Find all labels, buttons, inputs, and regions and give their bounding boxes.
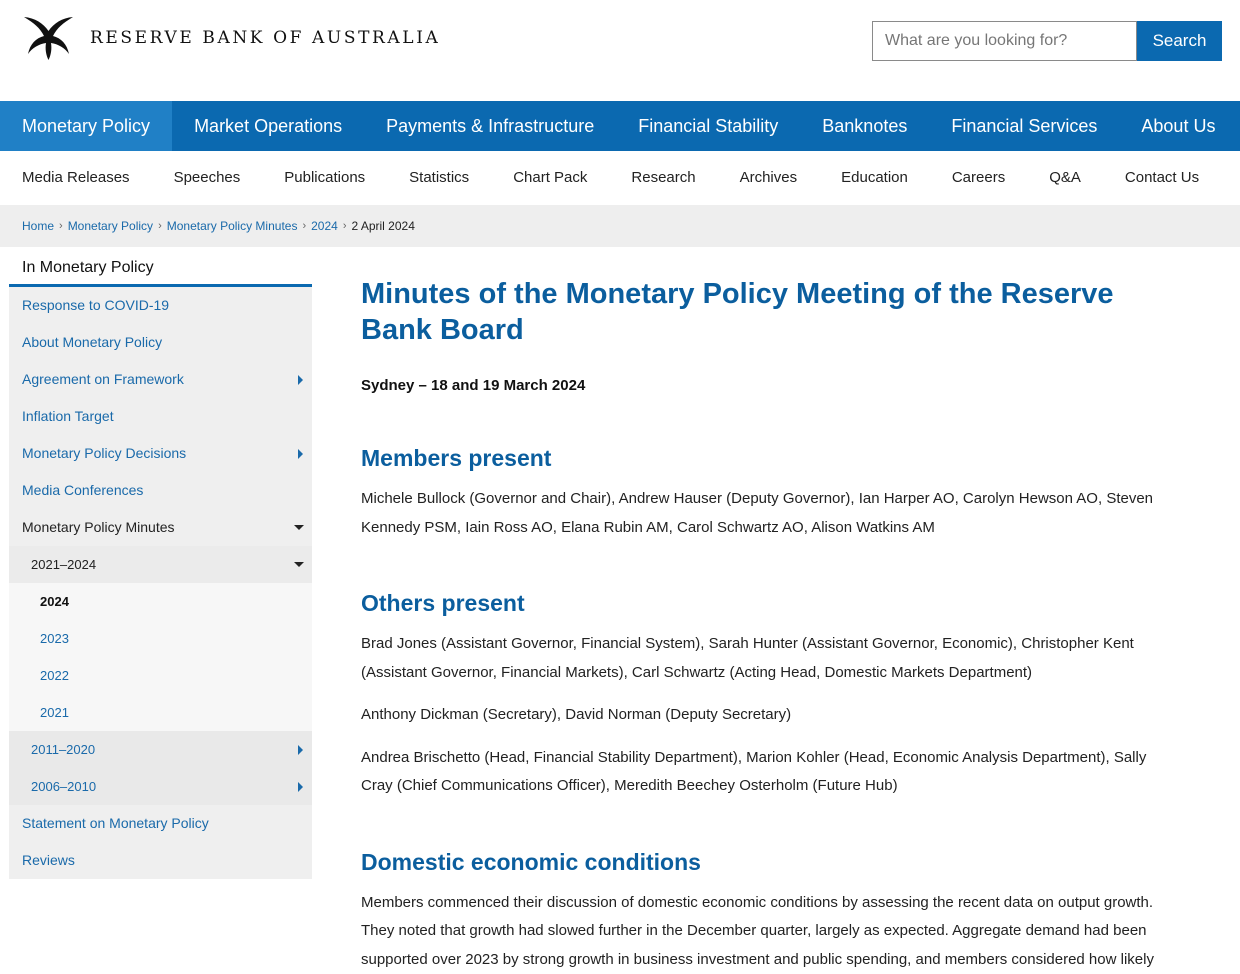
meeting-date: Sydney – 18 and 19 March 2024 <box>361 377 586 394</box>
logo-text: RESERVE BANK OF AUSTRALIA <box>90 28 441 48</box>
subnav-speeches[interactable]: Speeches <box>152 151 263 205</box>
sidebar-item-2022[interactable]: 2022 <box>9 657 312 694</box>
others-present-heading: Others present <box>361 590 525 616</box>
page-title: Minutes of the Monetary Policy Meeting o… <box>361 278 1114 346</box>
nav-about-us[interactable]: About Us <box>1119 101 1237 151</box>
rba-logo[interactable]: RESERVE BANK OF AUSTRALIA <box>22 14 438 61</box>
chevron-down-icon[interactable] <box>294 525 304 530</box>
chevron-right-icon[interactable] <box>298 782 303 792</box>
breadcrumb-separator-icon: › <box>302 220 307 232</box>
sidebar-item-statement-on-monetary-policy[interactable]: Statement on Monetary Policy <box>9 805 312 842</box>
sidebar-item-reviews[interactable]: Reviews <box>9 842 312 879</box>
site-header: RESERVE BANK OF AUSTRALIA Search <box>0 0 1240 101</box>
subnav-research[interactable]: Research <box>609 151 717 205</box>
primary-nav: Monetary Policy Market Operations Paymen… <box>0 101 1240 151</box>
sidebar-item-2021[interactable]: 2021 <box>9 694 312 731</box>
sidebar-nav: In Monetary Policy Response to COVID-19 … <box>9 247 312 879</box>
nav-financial-services[interactable]: Financial Services <box>929 101 1119 151</box>
members-present-text: Michele Bullock (Governor and Chair), An… <box>361 490 1154 536</box>
chevron-right-icon[interactable] <box>298 375 303 385</box>
sidebar-item-monetary-policy-decisions[interactable]: Monetary Policy Decisions <box>9 435 312 472</box>
sidebar-item-label: Reviews <box>22 852 75 868</box>
chevron-right-icon[interactable] <box>298 745 303 755</box>
sidebar-item-label: Inflation Target <box>22 408 114 424</box>
sidebar-item-label: Statement on Monetary Policy <box>22 815 209 831</box>
nav-payments-infrastructure[interactable]: Payments & Infrastructure <box>364 101 616 151</box>
sidebar-item-label: 2023 <box>40 631 69 646</box>
sidebar-item-response-to-covid-19[interactable]: Response to COVID-19 <box>9 287 312 324</box>
subnav-chart-pack[interactable]: Chart Pack <box>491 151 609 205</box>
secondary-nav: Media Releases Speeches Publications Sta… <box>0 151 1240 205</box>
breadcrumb-2024[interactable]: 2024 <box>311 219 338 233</box>
sidebar-item-label: 2006–2010 <box>31 779 97 794</box>
sidebar-item-about-monetary-policy[interactable]: About Monetary Policy <box>9 324 312 361</box>
nav-monetary-policy[interactable]: Monetary Policy <box>0 101 173 151</box>
sidebar-item-agreement-on-framework[interactable]: Agreement on Framework <box>9 361 312 398</box>
nav-financial-stability[interactable]: Financial Stability <box>616 101 800 151</box>
others-present-text-2: Anthony Dickman (Secretary), David Norma… <box>361 706 792 723</box>
others-present-text-3: Andrea Brischetto (Head, Financial Stabi… <box>361 748 1147 795</box>
sidebar-item-2006-2010[interactable]: 2006–2010 <box>9 768 312 805</box>
sidebar-item-label: About Monetary Policy <box>22 334 163 350</box>
sidebar-item-label: 2022 <box>40 668 69 683</box>
breadcrumb-monetary-policy-minutes[interactable]: Monetary Policy Minutes <box>167 219 298 233</box>
breadcrumb: Home › Monetary Policy › Monetary Policy… <box>0 205 1240 247</box>
subnav-statistics[interactable]: Statistics <box>387 151 491 205</box>
members-present-heading: Members present <box>361 445 552 471</box>
search-button[interactable]: Search <box>1137 21 1222 61</box>
sidebar-item-2011-2020[interactable]: 2011–2020 <box>9 731 312 768</box>
others-present-text-1: Brad Jones (Assistant Governor, Financia… <box>361 635 1134 681</box>
subnav-careers[interactable]: Careers <box>930 151 1027 205</box>
nav-banknotes[interactable]: Banknotes <box>800 101 929 151</box>
subnav-publications[interactable]: Publications <box>262 151 387 205</box>
sidebar-item-label: Response to COVID-19 <box>22 297 170 313</box>
sidebar-title: In Monetary Policy <box>9 247 312 287</box>
subnav-contact-us[interactable]: Contact Us <box>1103 151 1221 205</box>
sidebar-item-inflation-target[interactable]: Inflation Target <box>9 398 312 435</box>
sidebar-item-2023[interactable]: 2023 <box>9 620 312 657</box>
sidebar-item-label: 2024 <box>40 594 69 609</box>
sidebar-item-media-conferences[interactable]: Media Conferences <box>9 472 312 509</box>
search-input[interactable] <box>872 21 1137 61</box>
breadcrumb-separator-icon: › <box>59 220 63 232</box>
subnav-media-releases[interactable]: Media Releases <box>0 151 152 205</box>
subnav-qa[interactable]: Q&A <box>1027 151 1103 205</box>
chevron-right-icon[interactable] <box>298 449 303 459</box>
breadcrumb-monetary-policy[interactable]: Monetary Policy <box>68 219 153 233</box>
sidebar-item-label: Monetary Policy Decisions <box>22 445 187 461</box>
sidebar-item-label: Agreement on Framework <box>22 371 184 387</box>
sidebar-item-label: 2021 <box>40 705 69 720</box>
domestic-conditions-text: Members commenced their discussion of do… <box>361 893 1154 968</box>
sidebar-item-2024[interactable]: 2024 <box>9 583 312 620</box>
breadcrumb-home[interactable]: Home <box>22 219 54 233</box>
domestic-conditions-heading: Domestic economic conditions <box>361 848 701 875</box>
nav-market-operations[interactable]: Market Operations <box>172 101 364 151</box>
sidebar-item-label: Monetary Policy Minutes <box>22 519 175 535</box>
breadcrumb-current: 2 April 2024 <box>351 219 415 233</box>
sidebar-item-label: 2021–2024 <box>31 557 97 572</box>
breadcrumb-separator-icon: › <box>342 220 347 232</box>
sidebar-item-monetary-policy-minutes[interactable]: Monetary Policy Minutes <box>9 509 312 546</box>
subnav-archives[interactable]: Archives <box>718 151 820 205</box>
sidebar-item-2021-2024[interactable]: 2021–2024 <box>9 546 312 583</box>
sidebar-item-label: Media Conferences <box>22 482 144 498</box>
sidebar-item-label: 2011–2020 <box>31 742 96 757</box>
breadcrumb-separator-icon: › <box>158 220 162 232</box>
main-content: Minutes of the Monetary Policy Meeting o… <box>361 276 1161 974</box>
chevron-down-icon[interactable] <box>294 562 304 567</box>
rba-emblem-icon <box>24 17 73 60</box>
subnav-education[interactable]: Education <box>819 151 930 205</box>
